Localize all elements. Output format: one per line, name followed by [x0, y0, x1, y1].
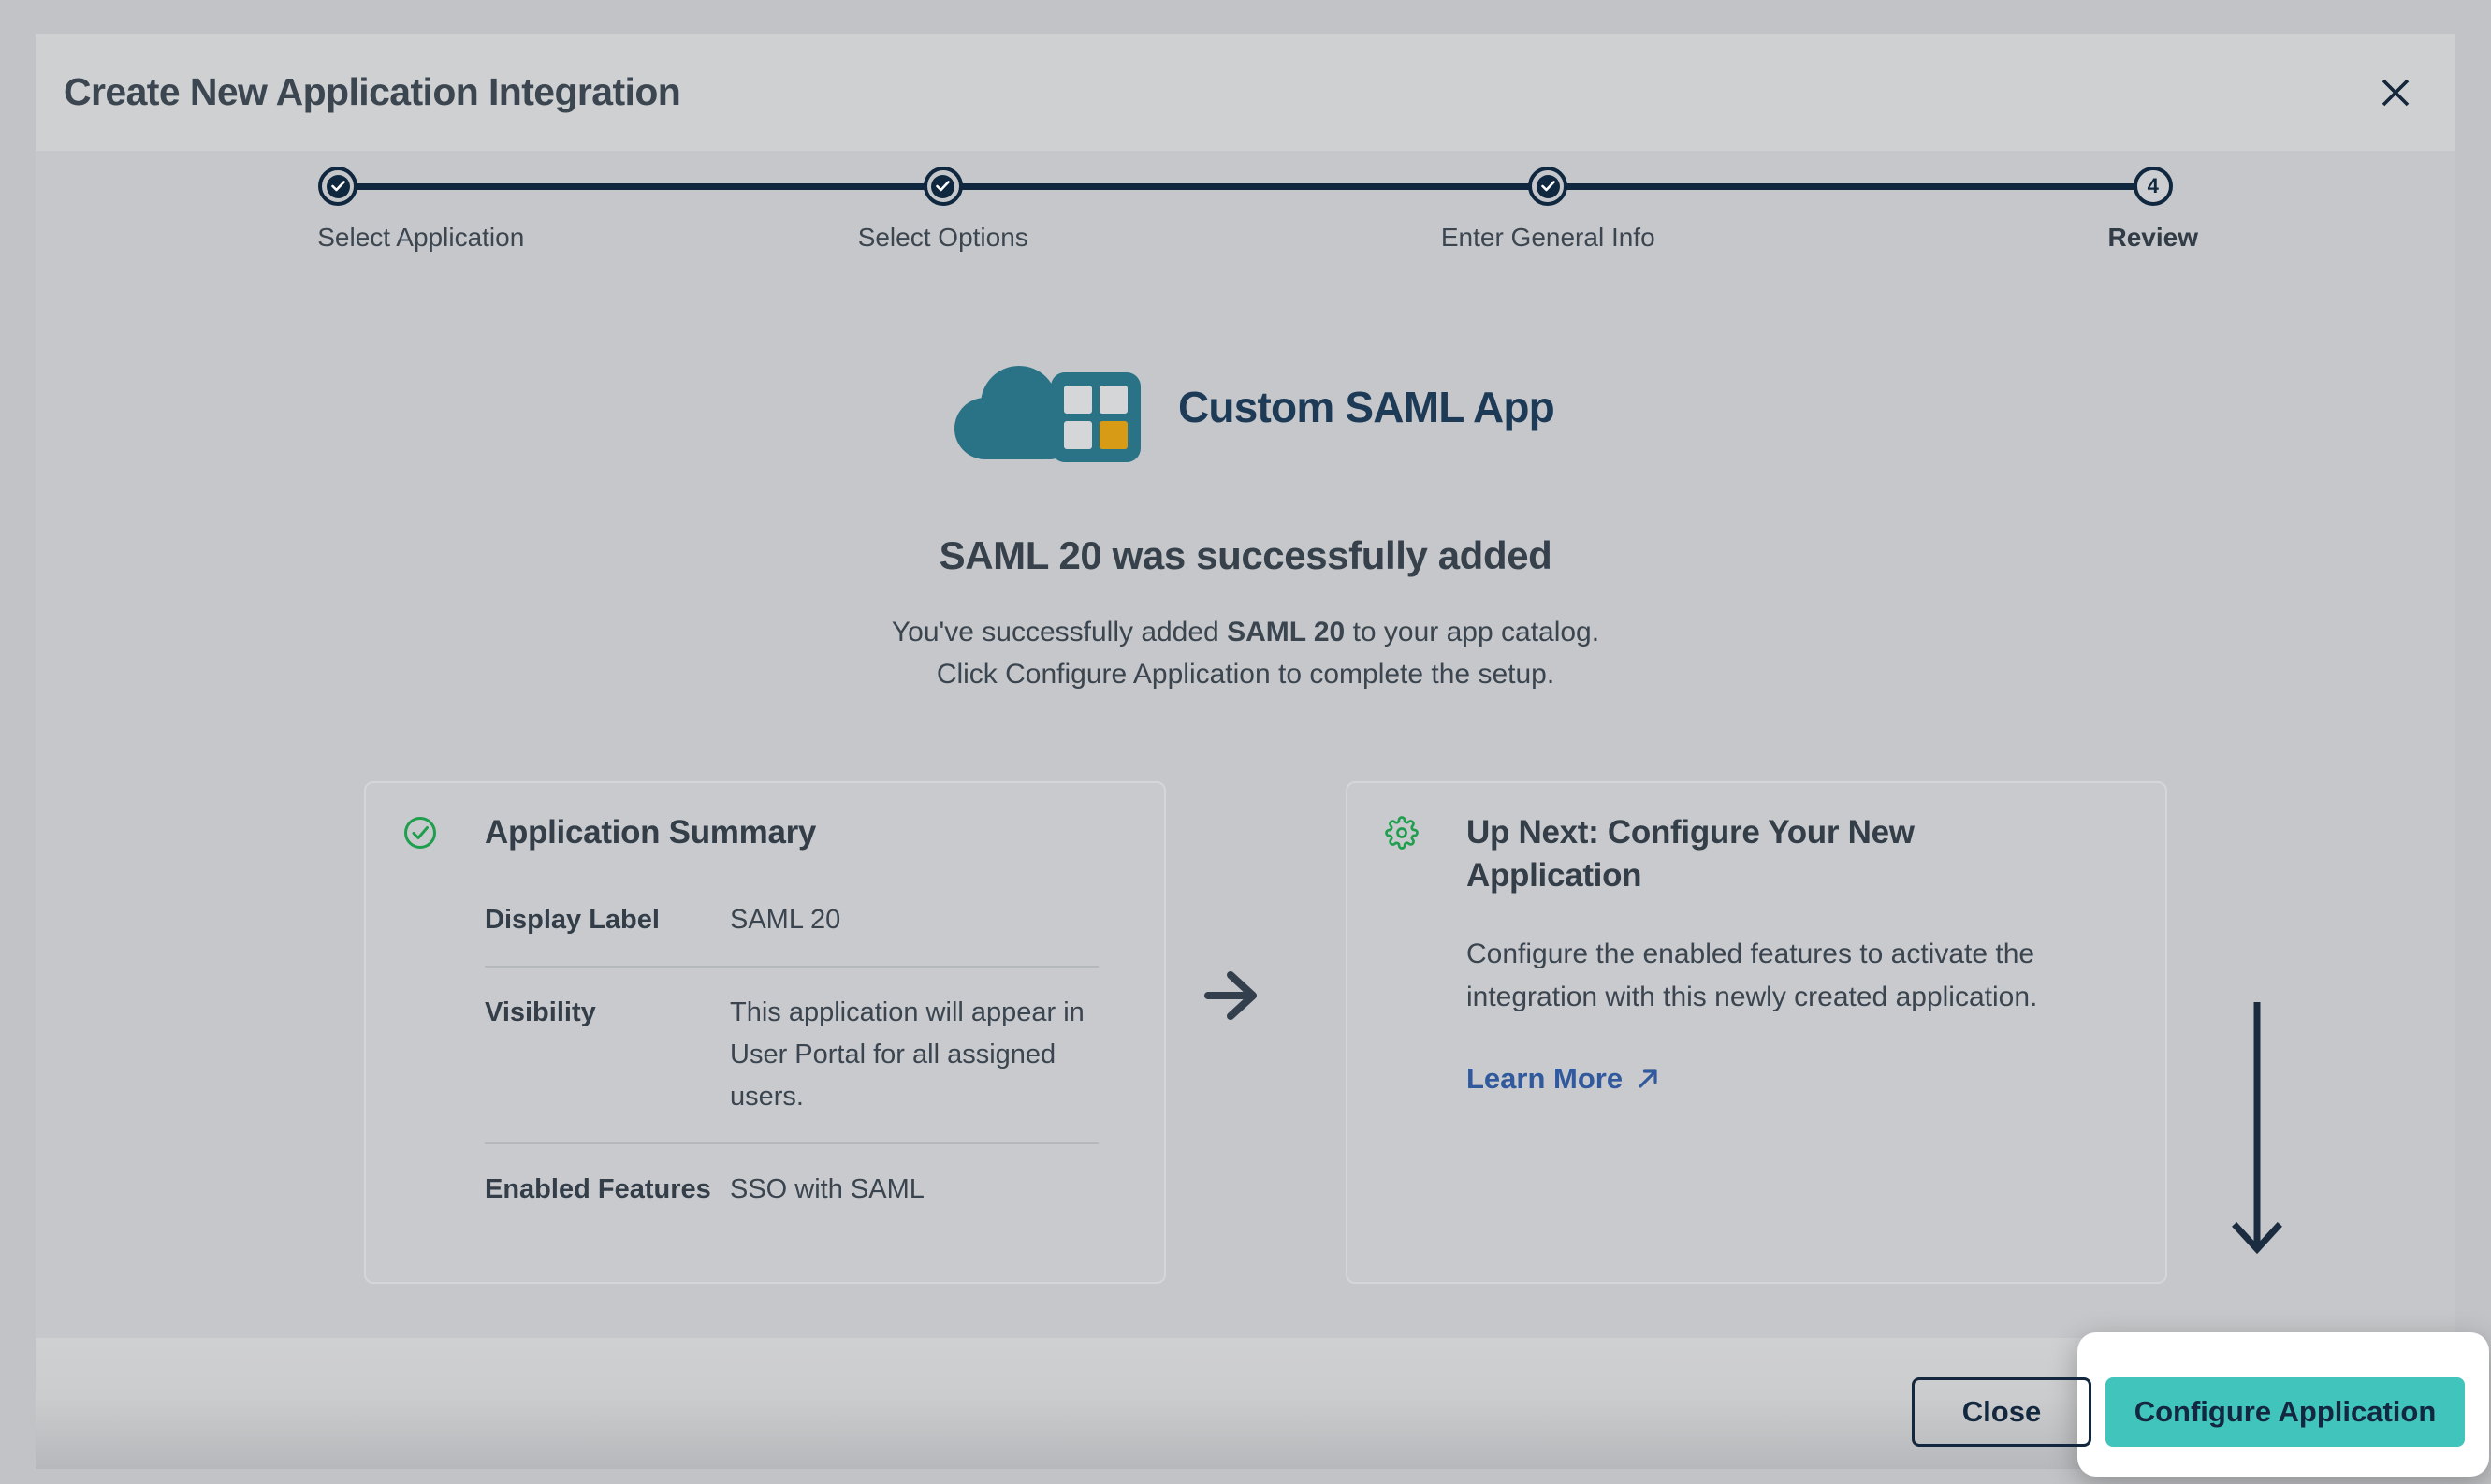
app-logo-text: Custom SAML App — [1178, 382, 1554, 432]
modal-header: Create New Application Integration — [36, 34, 2455, 151]
row-value: This application will appear in User Por… — [730, 992, 1099, 1118]
application-summary-card: Application Summary Display Label SAML 2… — [364, 781, 1166, 1284]
step-label: Review — [2108, 223, 2199, 253]
step-review: 4 Review — [1851, 151, 2456, 253]
step-complete-icon — [318, 167, 357, 206]
screen: Create New Application Integration Selec… — [0, 0, 2491, 1484]
step-label: Select Options — [858, 223, 1028, 253]
row-label: Visibility — [485, 992, 730, 1118]
row-label: Display Label — [485, 899, 730, 941]
up-next-card-title: Up Next: Configure Your New Application — [1466, 811, 1990, 897]
step-complete-icon — [1528, 167, 1567, 206]
wizard-stepper: Select Application Select Options — [36, 151, 2455, 300]
success-heading: SAML 20 was successfully added — [36, 533, 2455, 578]
check-circle-icon — [403, 816, 437, 854]
configure-application-button[interactable]: Configure Application — [2105, 1377, 2465, 1447]
custom-saml-app-icon — [937, 350, 1158, 464]
success-line1-prefix: You've successfully added — [892, 617, 1227, 647]
step-select-application: Select Application — [36, 151, 641, 253]
success-line1-suffix: to your app catalog. — [1345, 617, 1599, 647]
row-label: Enabled Features — [485, 1169, 730, 1211]
row-value: SSO with SAML — [730, 1169, 925, 1211]
app-logo: Custom SAML App — [36, 350, 2455, 464]
success-line1-appname: SAML 20 — [1227, 617, 1345, 647]
step-select-options: Select Options — [641, 151, 1246, 253]
close-button[interactable]: Close — [1912, 1377, 2091, 1447]
success-line2: Click Configure Application to complete … — [937, 659, 1554, 690]
step-complete-icon — [924, 167, 963, 206]
step-enter-general-info: Enter General Info — [1246, 151, 1851, 253]
summary-card-title: Application Summary — [485, 811, 816, 854]
learn-more-label: Learn More — [1466, 1062, 1623, 1096]
step-number: 4 — [2148, 174, 2159, 198]
success-description: You've successfully added SAML 20 to you… — [36, 611, 2455, 695]
row-value: SAML 20 — [730, 899, 840, 941]
create-app-modal: Create New Application Integration Selec… — [36, 34, 2455, 1469]
summary-row-visibility: Visibility This application will appear … — [485, 966, 1099, 1142]
gear-icon — [1385, 816, 1419, 854]
step-current-icon: 4 — [2134, 167, 2173, 206]
close-icon[interactable] — [2375, 72, 2416, 113]
summary-rows: Display Label SAML 20 Visibility This ap… — [485, 875, 1099, 1235]
step-label: Select Application — [317, 223, 524, 253]
modal-title: Create New Application Integration — [64, 70, 680, 114]
up-next-card: Up Next: Configure Your New Application … — [1346, 781, 2167, 1284]
summary-row-enabled-features: Enabled Features SSO with SAML — [485, 1142, 1099, 1235]
step-label: Enter General Info — [1441, 223, 1655, 253]
up-next-body: Configure the enabled features to activa… — [1466, 933, 2084, 1019]
right-arrow-icon — [1203, 968, 1261, 1027]
external-link-arrow-icon — [1636, 1067, 1660, 1091]
down-arrow-annotation-icon — [2230, 1002, 2284, 1280]
summary-row-display-label: Display Label SAML 20 — [485, 875, 1099, 966]
learn-more-link[interactable]: Learn More — [1466, 1062, 1660, 1096]
